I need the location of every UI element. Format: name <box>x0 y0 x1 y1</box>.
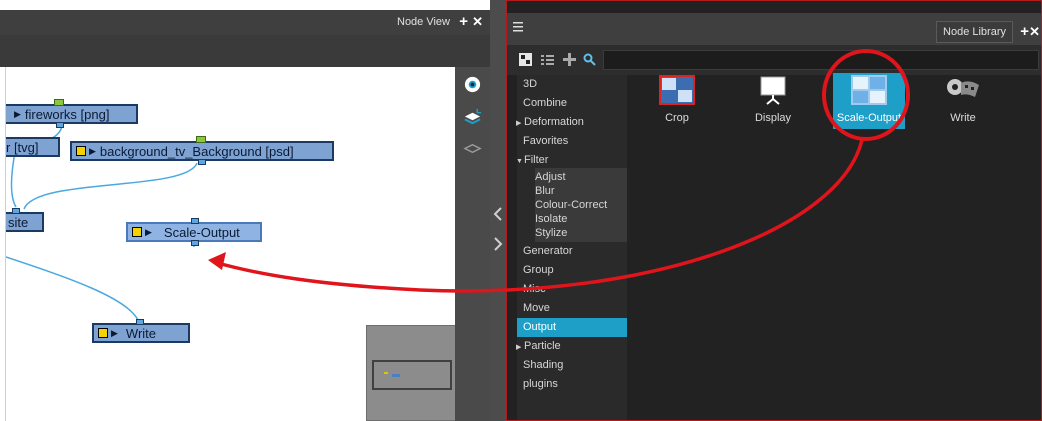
node-library-toolbar <box>507 45 1041 75</box>
node-view-panel: Node View + ✕ ▶ fireworks [png] r [tvg] <box>0 0 490 421</box>
flat-layers-icon[interactable] <box>463 139 482 158</box>
node-write[interactable]: ▶ Write <box>92 319 190 343</box>
node-item-label: Write <box>950 112 976 124</box>
node-tvg[interactable]: r [tvg] <box>6 137 60 157</box>
node-label: fireworks [png] <box>24 106 110 122</box>
panel-splitter[interactable] <box>490 0 506 421</box>
node-label: Write <box>125 325 157 341</box>
eye-icon[interactable] <box>463 75 482 94</box>
node-items-grid: Crop Display Scale-Output Write <box>629 73 1041 420</box>
node-input-port[interactable] <box>191 218 199 224</box>
node-output-port[interactable] <box>198 159 206 165</box>
node-label: background_tv_Background [psd] <box>99 143 294 159</box>
node-composite[interactable]: site <box>6 208 44 232</box>
close-icon[interactable]: ✕ <box>472 14 483 30</box>
node-scale-output[interactable]: ▶ Scale-Output <box>126 218 262 246</box>
category-label: Particle <box>524 340 561 352</box>
add-view-icon[interactable]: + <box>459 13 468 30</box>
node-item-write[interactable]: Write <box>923 75 1003 135</box>
node-label: site <box>8 214 29 230</box>
category-group[interactable]: Group <box>517 261 627 280</box>
play-icon: ▶ <box>89 145 96 156</box>
category-3d[interactable]: 3D <box>517 75 627 94</box>
node-item-label: Crop <box>665 112 689 124</box>
enable-checkbox[interactable] <box>76 146 86 156</box>
node-output-port[interactable] <box>191 240 199 246</box>
category-adjust[interactable]: Adjust <box>517 170 627 184</box>
canvas-navigator[interactable] <box>366 325 455 421</box>
node-item-label: Display <box>754 112 792 124</box>
close-icon[interactable]: ✕ <box>1029 24 1040 40</box>
category-misc[interactable]: Misc <box>517 280 627 299</box>
layers-icon[interactable] <box>463 107 482 126</box>
node-label: r [tvg] <box>6 139 39 155</box>
display-icon <box>760 76 786 105</box>
tree-view-icon[interactable] <box>563 53 576 66</box>
node-library-panel: Node Library + ✕ 3D Combine ▶ Deformation <box>506 0 1042 421</box>
play-icon: ▶ <box>111 327 118 338</box>
node-item-label: Scale-Output <box>836 112 902 124</box>
category-favorites[interactable]: Favorites <box>517 132 627 151</box>
category-move[interactable]: Move <box>517 299 627 318</box>
node-library-header: Node Library + ✕ <box>507 13 1041 45</box>
category-output[interactable]: Output <box>517 318 627 337</box>
node-label: Scale-Output <box>163 224 240 240</box>
category-combine[interactable]: Combine <box>517 94 627 113</box>
collapse-arrow-icon[interactable]: ▼ <box>516 152 524 171</box>
node-library-tab[interactable]: Node Library <box>936 21 1013 43</box>
category-stylize[interactable]: Stylize <box>517 226 627 240</box>
grid-view-icon[interactable] <box>519 53 532 66</box>
category-label: Deformation <box>524 116 584 128</box>
node-output-port[interactable] <box>56 122 64 128</box>
category-blur[interactable]: Blur <box>517 184 627 198</box>
add-view-icon[interactable]: + <box>1020 23 1029 40</box>
node-input-port[interactable] <box>12 208 20 214</box>
list-view-icon[interactable] <box>541 53 554 66</box>
node-fireworks[interactable]: ▶ fireworks [png] <box>6 99 138 128</box>
node-item-scale-output[interactable]: Scale-Output <box>829 73 909 135</box>
collapse-arrows-icon[interactable] <box>490 204 506 264</box>
film-reel-icon <box>947 79 979 97</box>
expand-arrow-icon[interactable]: ▶ <box>516 114 524 133</box>
play-icon: ▶ <box>145 226 152 237</box>
node-canvas[interactable]: ▶ fireworks [png] r [tvg] ▶ background_t… <box>5 67 455 421</box>
category-list: 3D Combine ▶ Deformation Favorites ▼Filte… <box>516 75 627 420</box>
node-view-tab-title[interactable]: Node View <box>397 16 450 28</box>
category-colour-correct[interactable]: Colour-Correct <box>517 198 627 212</box>
node-item-display[interactable]: Display <box>733 75 813 135</box>
search-input[interactable] <box>603 50 1039 70</box>
enable-checkbox[interactable] <box>132 227 142 237</box>
category-particle[interactable]: ▶ Particle <box>516 337 627 357</box>
expand-arrow-icon[interactable]: ▶ <box>516 338 524 357</box>
category-plugins[interactable]: plugins <box>517 375 627 394</box>
top-strip <box>0 0 490 10</box>
category-label: Filter <box>524 154 549 166</box>
node-input-port[interactable] <box>54 99 64 106</box>
node-input-port[interactable] <box>196 136 206 143</box>
category-deformation[interactable]: ▶ Deformation <box>516 113 627 133</box>
node-view-toolbar <box>0 35 490 67</box>
navigator-viewport[interactable] <box>372 360 452 390</box>
enable-checkbox[interactable] <box>98 328 108 338</box>
node-background[interactable]: ▶ background_tv_Background [psd] <box>70 136 334 165</box>
node-item-crop[interactable]: Crop <box>637 75 717 135</box>
category-isolate[interactable]: Isolate <box>517 212 627 226</box>
crop-icon <box>659 75 695 105</box>
node-view-header: Node View + ✕ <box>0 10 490 35</box>
category-generator[interactable]: Generator <box>517 242 627 261</box>
play-icon: ▶ <box>14 108 21 119</box>
category-filter[interactable]: ▼Filter <box>516 151 627 171</box>
category-shading[interactable]: Shading <box>517 356 627 375</box>
node-view-side-toolbar <box>455 67 490 421</box>
node-input-port[interactable] <box>136 319 144 325</box>
navigator-minimap-icon <box>384 372 400 377</box>
search-icon[interactable] <box>583 53 596 66</box>
scale-output-icon <box>851 75 887 105</box>
menu-icon[interactable] <box>513 21 525 33</box>
